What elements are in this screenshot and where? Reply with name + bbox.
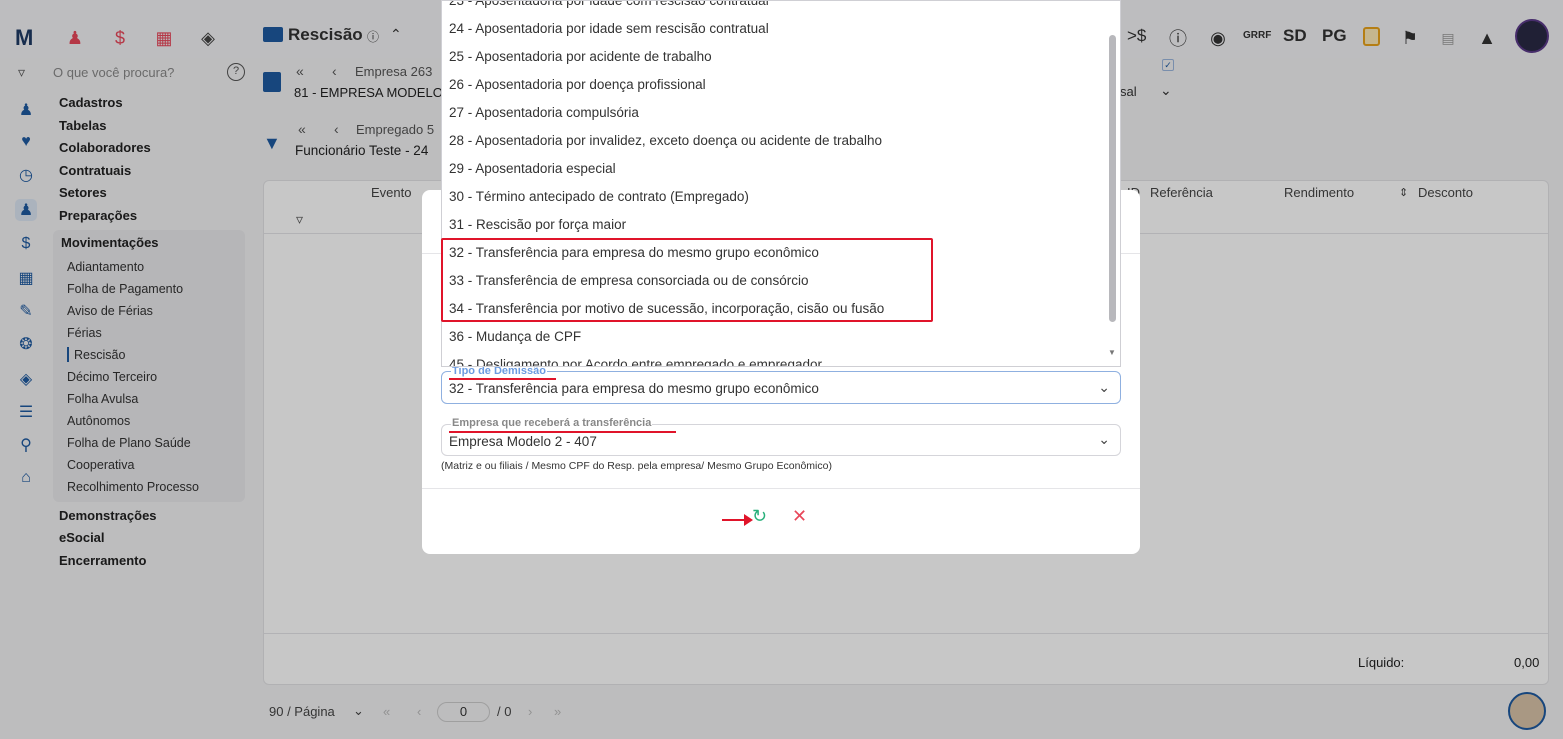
dropdown-option[interactable]: 26 - Aposentadoria por doença profission… [449, 77, 706, 92]
dropdown-option[interactable]: 31 - Rescisão por força maior [449, 217, 626, 232]
empresa-transfer-label: Empresa que receberá a transferência [451, 417, 653, 429]
dropdown-option[interactable]: 30 - Término antecipado de contrato (Emp… [449, 189, 749, 204]
empresa-transfer-value: Empresa Modelo 2 - 407 [449, 434, 597, 449]
tipo-demissao-value: 32 - Transferência para empresa do mesmo… [449, 381, 819, 396]
dropdown-option[interactable]: 36 - Mudança de CPF [449, 329, 581, 344]
refresh-confirm-icon[interactable]: ↻ [752, 506, 767, 527]
dropdown-option[interactable]: 23 - Aposentadoria por idade com rescisã… [449, 1, 769, 8]
dropdown-option[interactable]: 45 - Desligamento por Acordo entre empre… [449, 357, 822, 366]
dropdown-option[interactable]: 24 - Aposentadoria por idade sem rescisã… [449, 21, 769, 36]
annotation-underline [449, 431, 676, 433]
dropdown-scrollbar[interactable] [1109, 35, 1116, 322]
annotation-highlight-box [441, 238, 933, 322]
dropdown-option[interactable]: 25 - Aposentadoria por acidente de traba… [449, 49, 712, 64]
dropdown-option[interactable]: 27 - Aposentadoria compulsória [449, 105, 639, 120]
chevron-down-icon: ⌄ [1098, 379, 1110, 395]
modal-footer-divider [422, 488, 1140, 489]
dropdown-option[interactable]: 28 - Aposentadoria por invalidez, exceto… [449, 133, 882, 148]
chevron-down-icon: ⌄ [1098, 431, 1110, 447]
close-icon[interactable]: ✕ [792, 506, 807, 527]
scroll-down-icon[interactable]: ▼ [1108, 348, 1116, 357]
annotation-underline [449, 378, 556, 380]
dropdown-option[interactable]: 29 - Aposentadoria especial [449, 161, 616, 176]
transfer-note: (Matriz e ou filiais / Mesmo CPF do Resp… [441, 460, 832, 472]
